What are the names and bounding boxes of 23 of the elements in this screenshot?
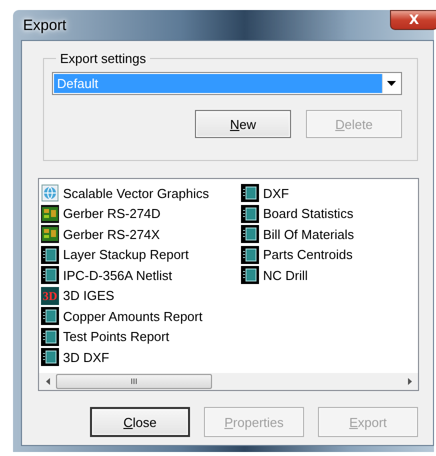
settings-button[interactable]: New <box>195 110 291 138</box>
format-item[interactable]: Test Points Report <box>63 329 170 344</box>
format-item[interactable]: Scalable Vector Graphics <box>63 186 209 201</box>
format-item[interactable]: Bill Of Materials <box>263 226 354 242</box>
dialog-button[interactable]: Close <box>90 407 190 437</box>
dropdown-value: Default <box>54 74 382 93</box>
3d-icon: 3D <box>41 286 59 305</box>
window-title: Export <box>22 16 66 34</box>
format-item[interactable]: Parts Centroids <box>263 247 353 262</box>
group-label: Export settings <box>59 51 147 66</box>
format-item[interactable]: 3D DXF <box>63 350 110 365</box>
format-item[interactable]: DXF <box>263 186 289 201</box>
format-item[interactable]: Copper Amounts Report <box>63 308 202 324</box>
format-item[interactable]: 3D IGES <box>63 288 114 304</box>
format-item[interactable]: Board Statistics <box>263 206 354 222</box>
format-item[interactable]: Gerber RS-274D <box>63 206 161 222</box>
format-item[interactable]: Layer Stackup Report <box>63 247 189 262</box>
format-item[interactable]: IPC-D-356A Netlist <box>63 268 172 283</box>
format-item[interactable]: Gerber RS-274X <box>63 226 160 242</box>
scroll-thumb[interactable]: III <box>56 374 212 389</box>
window-close-button[interactable]: X <box>390 10 436 30</box>
horizontal-scrollbar[interactable]: III <box>39 373 418 390</box>
format-item[interactable]: NC Drill <box>263 268 308 283</box>
